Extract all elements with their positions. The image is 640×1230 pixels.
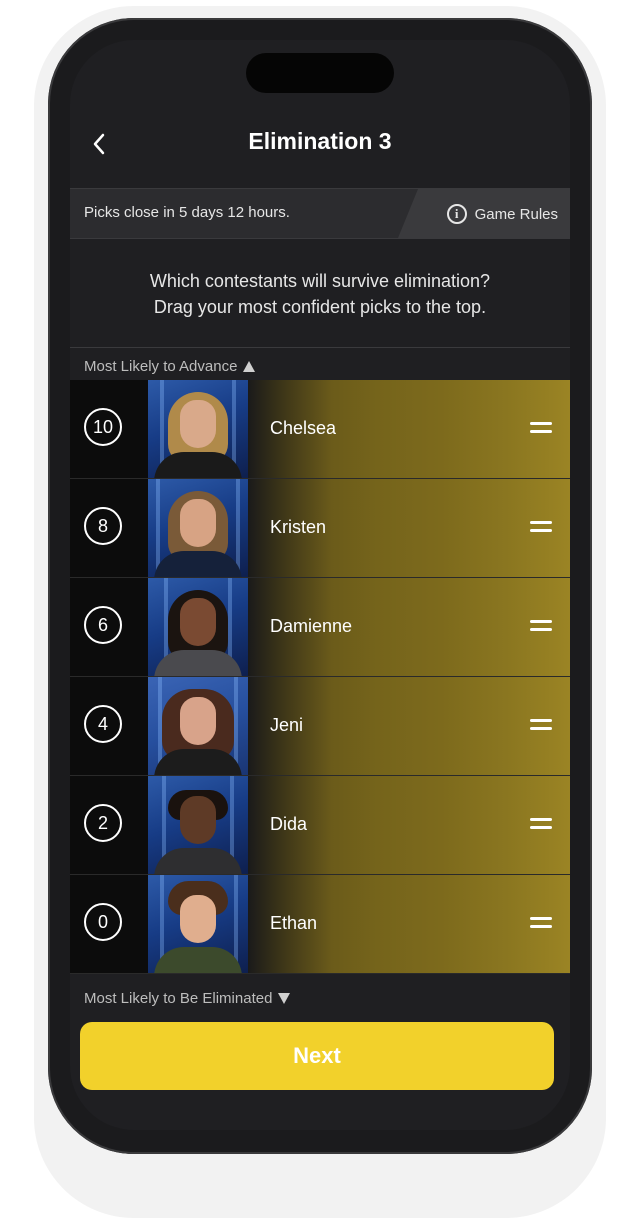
contestant-row[interactable]: 8 Kristen [70, 479, 570, 578]
triangle-down-icon [278, 993, 291, 1004]
contestant-photo [148, 479, 248, 577]
contestant-name: Kristen [270, 517, 327, 537]
instructions-line-1: Which contestants will survive eliminati… [149, 271, 491, 291]
contestant-name: Jeni [270, 715, 304, 735]
app-screen: Elimination 3 Picks close in 5 days 12 h… [70, 40, 570, 1130]
instructions-line-2: Drag your most confident picks to the to… [153, 297, 487, 317]
name-panel: Damienne [248, 578, 570, 676]
divider [70, 347, 570, 348]
deadline-text: Picks close in 5 days 12 hours. [84, 204, 290, 221]
drag-handle-icon[interactable] [530, 521, 552, 537]
triangle-up-icon [243, 361, 256, 372]
instructions: Which contestants will survive eliminati… [70, 268, 570, 320]
dynamic-island [246, 53, 394, 93]
rank-badge: 0 [84, 903, 122, 941]
drag-handle-icon[interactable] [530, 818, 552, 834]
contestant-row[interactable]: 6 Damienne [70, 578, 570, 677]
rank-badge: 4 [84, 705, 122, 743]
header: Elimination 3 [70, 110, 570, 180]
contestant-list: 10 Chelsea 8 Kristen 6 Damienne 4 Jeni 2… [70, 380, 570, 974]
rank-badge: 2 [84, 804, 122, 842]
page-title: Elimination 3 [248, 128, 392, 154]
rank-badge: 8 [84, 507, 122, 545]
info-icon: i [446, 204, 467, 224]
game-rules-label: Game Rules [474, 205, 558, 223]
contestant-photo [148, 578, 248, 676]
section-label-eliminated: Most Likely to Be Eliminated [84, 990, 291, 1007]
name-panel: Jeni [248, 677, 570, 775]
drag-handle-icon[interactable] [530, 620, 552, 636]
deadline-bar: Picks close in 5 days 12 hours. i Game R… [70, 188, 570, 239]
contestant-photo [148, 677, 248, 775]
contestant-row[interactable]: 4 Jeni [70, 677, 570, 776]
drag-handle-icon[interactable] [530, 917, 552, 933]
contestant-name: Damienne [270, 616, 353, 636]
game-rules-button[interactable]: i Game Rules [446, 201, 558, 227]
drag-handle-icon[interactable] [530, 719, 552, 735]
contestant-row[interactable]: 2 Dida [70, 776, 570, 875]
contestant-name: Chelsea [270, 418, 337, 438]
name-panel: Ethan [248, 875, 570, 973]
contestant-name: Ethan [270, 913, 318, 933]
rank-badge: 10 [84, 408, 122, 446]
contestant-photo [148, 380, 248, 478]
contestant-row[interactable]: 0 Ethan [70, 875, 570, 974]
contestant-photo [148, 875, 248, 973]
name-panel: Kristen [248, 479, 570, 577]
rank-badge: 6 [84, 606, 122, 644]
name-panel: Dida [248, 776, 570, 874]
drag-handle-icon[interactable] [530, 422, 552, 438]
name-panel: Chelsea [248, 380, 570, 478]
section-label-eliminated-text: Most Likely to Be Eliminated [84, 990, 273, 1007]
section-label-advance: Most Likely to Advance [84, 358, 256, 375]
contestant-row[interactable]: 10 Chelsea [70, 380, 570, 479]
section-label-advance-text: Most Likely to Advance [84, 358, 238, 375]
contestant-photo [148, 776, 248, 874]
contestant-name: Dida [270, 814, 308, 834]
next-button[interactable]: Next [80, 1022, 554, 1090]
